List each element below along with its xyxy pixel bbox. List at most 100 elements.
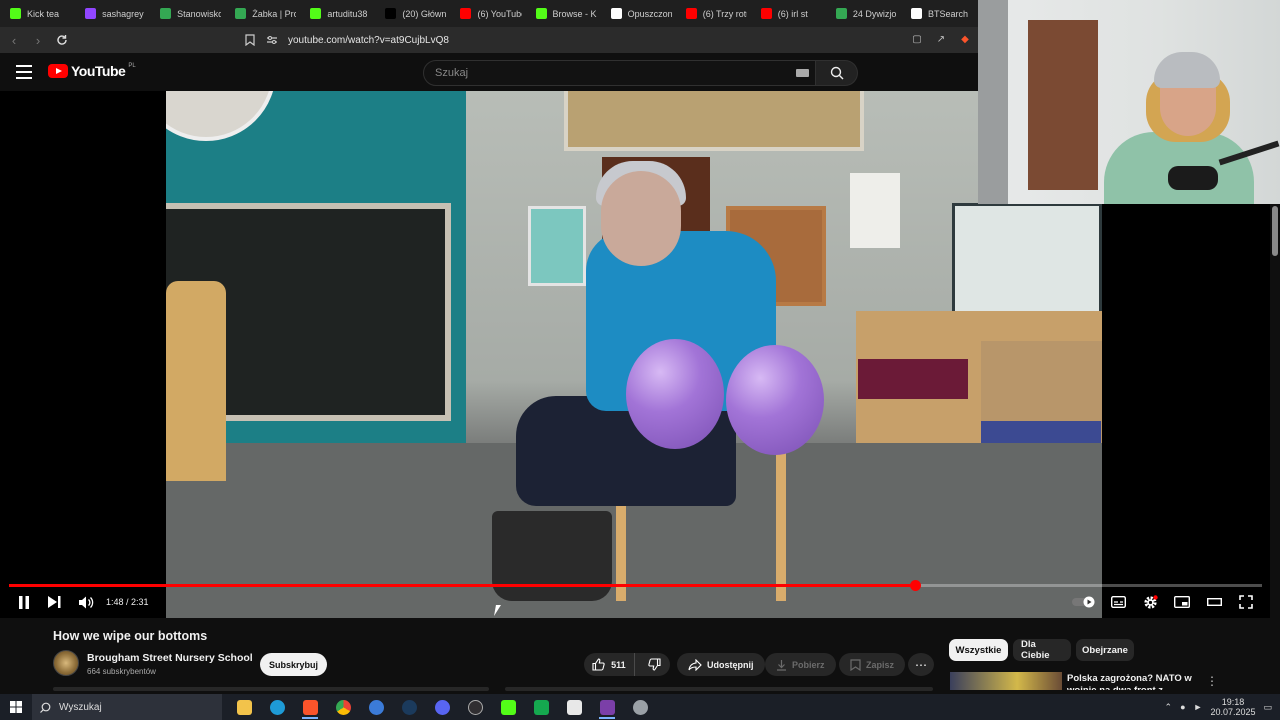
browser-tab[interactable]: (20) Główna	[379, 3, 452, 25]
reload-icon[interactable]	[52, 30, 72, 50]
browser-tab-label: 24 Dywizjon	[852, 8, 897, 19]
browser-tab-label: BTSearch	[927, 8, 968, 19]
windows-icon	[10, 701, 22, 713]
url-text: youtube.com/watch?v=at9CujbLvQ8	[288, 34, 449, 46]
browser-tab-label: Opuszczone	[627, 8, 672, 19]
kick-icon	[535, 8, 547, 19]
window-app-icon[interactable]	[562, 695, 586, 719]
youtube-icon	[760, 8, 772, 19]
edge-icon[interactable]	[265, 695, 289, 719]
taskbar-clock[interactable]: 19:18 20.07.2025	[1210, 697, 1255, 717]
browser-tab[interactable]: Opuszczone	[605, 3, 678, 25]
next-icon	[47, 596, 60, 608]
subtitles-button[interactable]	[1110, 593, 1126, 611]
steam-icon[interactable]	[397, 695, 421, 719]
brave-icon[interactable]	[298, 695, 322, 719]
ccleaner-icon[interactable]	[364, 695, 388, 719]
kick-icon	[310, 8, 322, 19]
twitch-icon	[85, 8, 97, 19]
more-actions-button[interactable]: ⋯	[908, 653, 934, 676]
like-button[interactable]: 511	[584, 653, 635, 676]
settings-app-icon[interactable]	[628, 695, 652, 719]
channel-avatar[interactable]	[53, 650, 79, 676]
volume-button[interactable]	[77, 593, 95, 611]
chrome-icon[interactable]	[331, 695, 355, 719]
subscribe-button[interactable]: Subskrybuj	[260, 653, 327, 676]
next-button[interactable]	[46, 593, 62, 611]
speaker-icon[interactable]: ►	[1194, 702, 1203, 712]
address-bar[interactable]: youtube.com/watch?v=at9CujbLvQ8	[244, 30, 934, 50]
brave-shield-icon[interactable]: ◆	[958, 32, 972, 46]
page-icon	[610, 8, 622, 19]
media-player-icon[interactable]	[529, 695, 553, 719]
back-icon[interactable]: ‹	[4, 30, 24, 50]
share-button[interactable]: Udostępnij	[677, 653, 765, 676]
forward-icon[interactable]: ›	[28, 30, 48, 50]
fullscreen-button[interactable]	[1238, 593, 1254, 611]
microphone-icon[interactable]: ●	[1180, 702, 1185, 712]
recommendation-menu-icon[interactable]: ⋮	[1206, 674, 1218, 688]
chip-for-you[interactable]: Dla Ciebie	[1013, 639, 1071, 661]
share-icon[interactable]: ↗	[934, 32, 948, 46]
settings-button[interactable]	[1142, 593, 1158, 611]
bookmark-icon[interactable]	[244, 34, 256, 46]
recommendation-title[interactable]: Polska zagrożona? NATO w wojnie na dwa f…	[1067, 673, 1202, 690]
browser-tab-label: artuditu38	[327, 8, 368, 19]
save-label: Zapisz	[866, 659, 895, 670]
dislike-button[interactable]	[640, 653, 670, 676]
browser-tab[interactable]: Stanowisko	[154, 3, 227, 25]
discord-icon[interactable]	[430, 695, 454, 719]
kick-icon	[10, 8, 21, 19]
clock-date: 20.07.2025	[1210, 707, 1256, 717]
search-icon	[40, 702, 51, 713]
browser-tab[interactable]: (6) Trzy rotu	[680, 3, 753, 25]
browser-tab[interactable]: BTSearch	[905, 3, 978, 25]
browser-tab[interactable]: 24 Dywizjon	[830, 3, 903, 25]
scrubber-handle[interactable]	[909, 580, 921, 591]
share-label: Udostępnij	[707, 659, 754, 670]
search-button[interactable]	[816, 60, 858, 86]
download-button[interactable]: Pobierz	[765, 653, 836, 676]
notifications-icon[interactable]: ▭	[1263, 702, 1272, 713]
recommendation-thumbnail[interactable]	[950, 672, 1062, 690]
browser-tab-label: Żabka | Pro	[252, 8, 297, 19]
file-explorer-icon[interactable]	[232, 695, 256, 719]
chip-all[interactable]: Wszystkie	[949, 639, 1008, 661]
chip-watched[interactable]: Obejrzane	[1076, 639, 1134, 661]
browser-tab-label: (20) Główna	[402, 8, 447, 19]
theater-mode-button[interactable]	[1206, 593, 1222, 611]
channel-name[interactable]: Brougham Street Nursery School	[87, 652, 253, 664]
kick-app-icon[interactable]	[496, 695, 520, 719]
save-button[interactable]: Zapisz	[839, 653, 906, 676]
menu-icon[interactable]	[16, 65, 32, 79]
scrollbar-thumb[interactable]	[1272, 206, 1278, 256]
browser-tab[interactable]: Żabka | Pro	[229, 3, 302, 25]
webcam-overlay	[978, 0, 1280, 204]
browser-tab[interactable]: Kick tea	[4, 3, 77, 25]
start-button[interactable]	[0, 694, 32, 720]
browser-tab[interactable]: (6) irl st	[755, 3, 828, 25]
browser-tab[interactable]: sashagrey	[79, 3, 152, 25]
tray-overflow-icon[interactable]: ⌃	[1165, 702, 1173, 713]
autoplay-toggle[interactable]	[1072, 593, 1096, 611]
browser-tab[interactable]: artuditu38	[304, 3, 377, 25]
video-frame	[166, 91, 1102, 618]
gear-icon	[1143, 594, 1158, 609]
site-settings-icon[interactable]	[266, 34, 278, 46]
cast-icon[interactable]: ▢	[910, 32, 924, 46]
browser-tab-label: (6) irl st	[777, 8, 808, 19]
youtube-logo[interactable]: YouTube PL	[48, 63, 136, 79]
progress-played	[9, 584, 915, 587]
taskbar-search[interactable]: Wyszukaj	[32, 694, 222, 720]
keyboard-icon[interactable]	[796, 69, 809, 77]
search-box	[423, 60, 858, 86]
obs-icon[interactable]	[463, 695, 487, 719]
streaming-app-icon[interactable]	[595, 695, 619, 719]
miniplayer-button[interactable]	[1173, 593, 1190, 611]
description-box-edge	[53, 687, 489, 691]
search-input[interactable]	[423, 60, 816, 86]
pause-button[interactable]	[16, 593, 32, 611]
browser-tab[interactable]: (6) YouTube	[454, 3, 527, 25]
progress-bar[interactable]	[9, 580, 1262, 591]
browser-tab[interactable]: Browse - Kic	[530, 3, 603, 25]
